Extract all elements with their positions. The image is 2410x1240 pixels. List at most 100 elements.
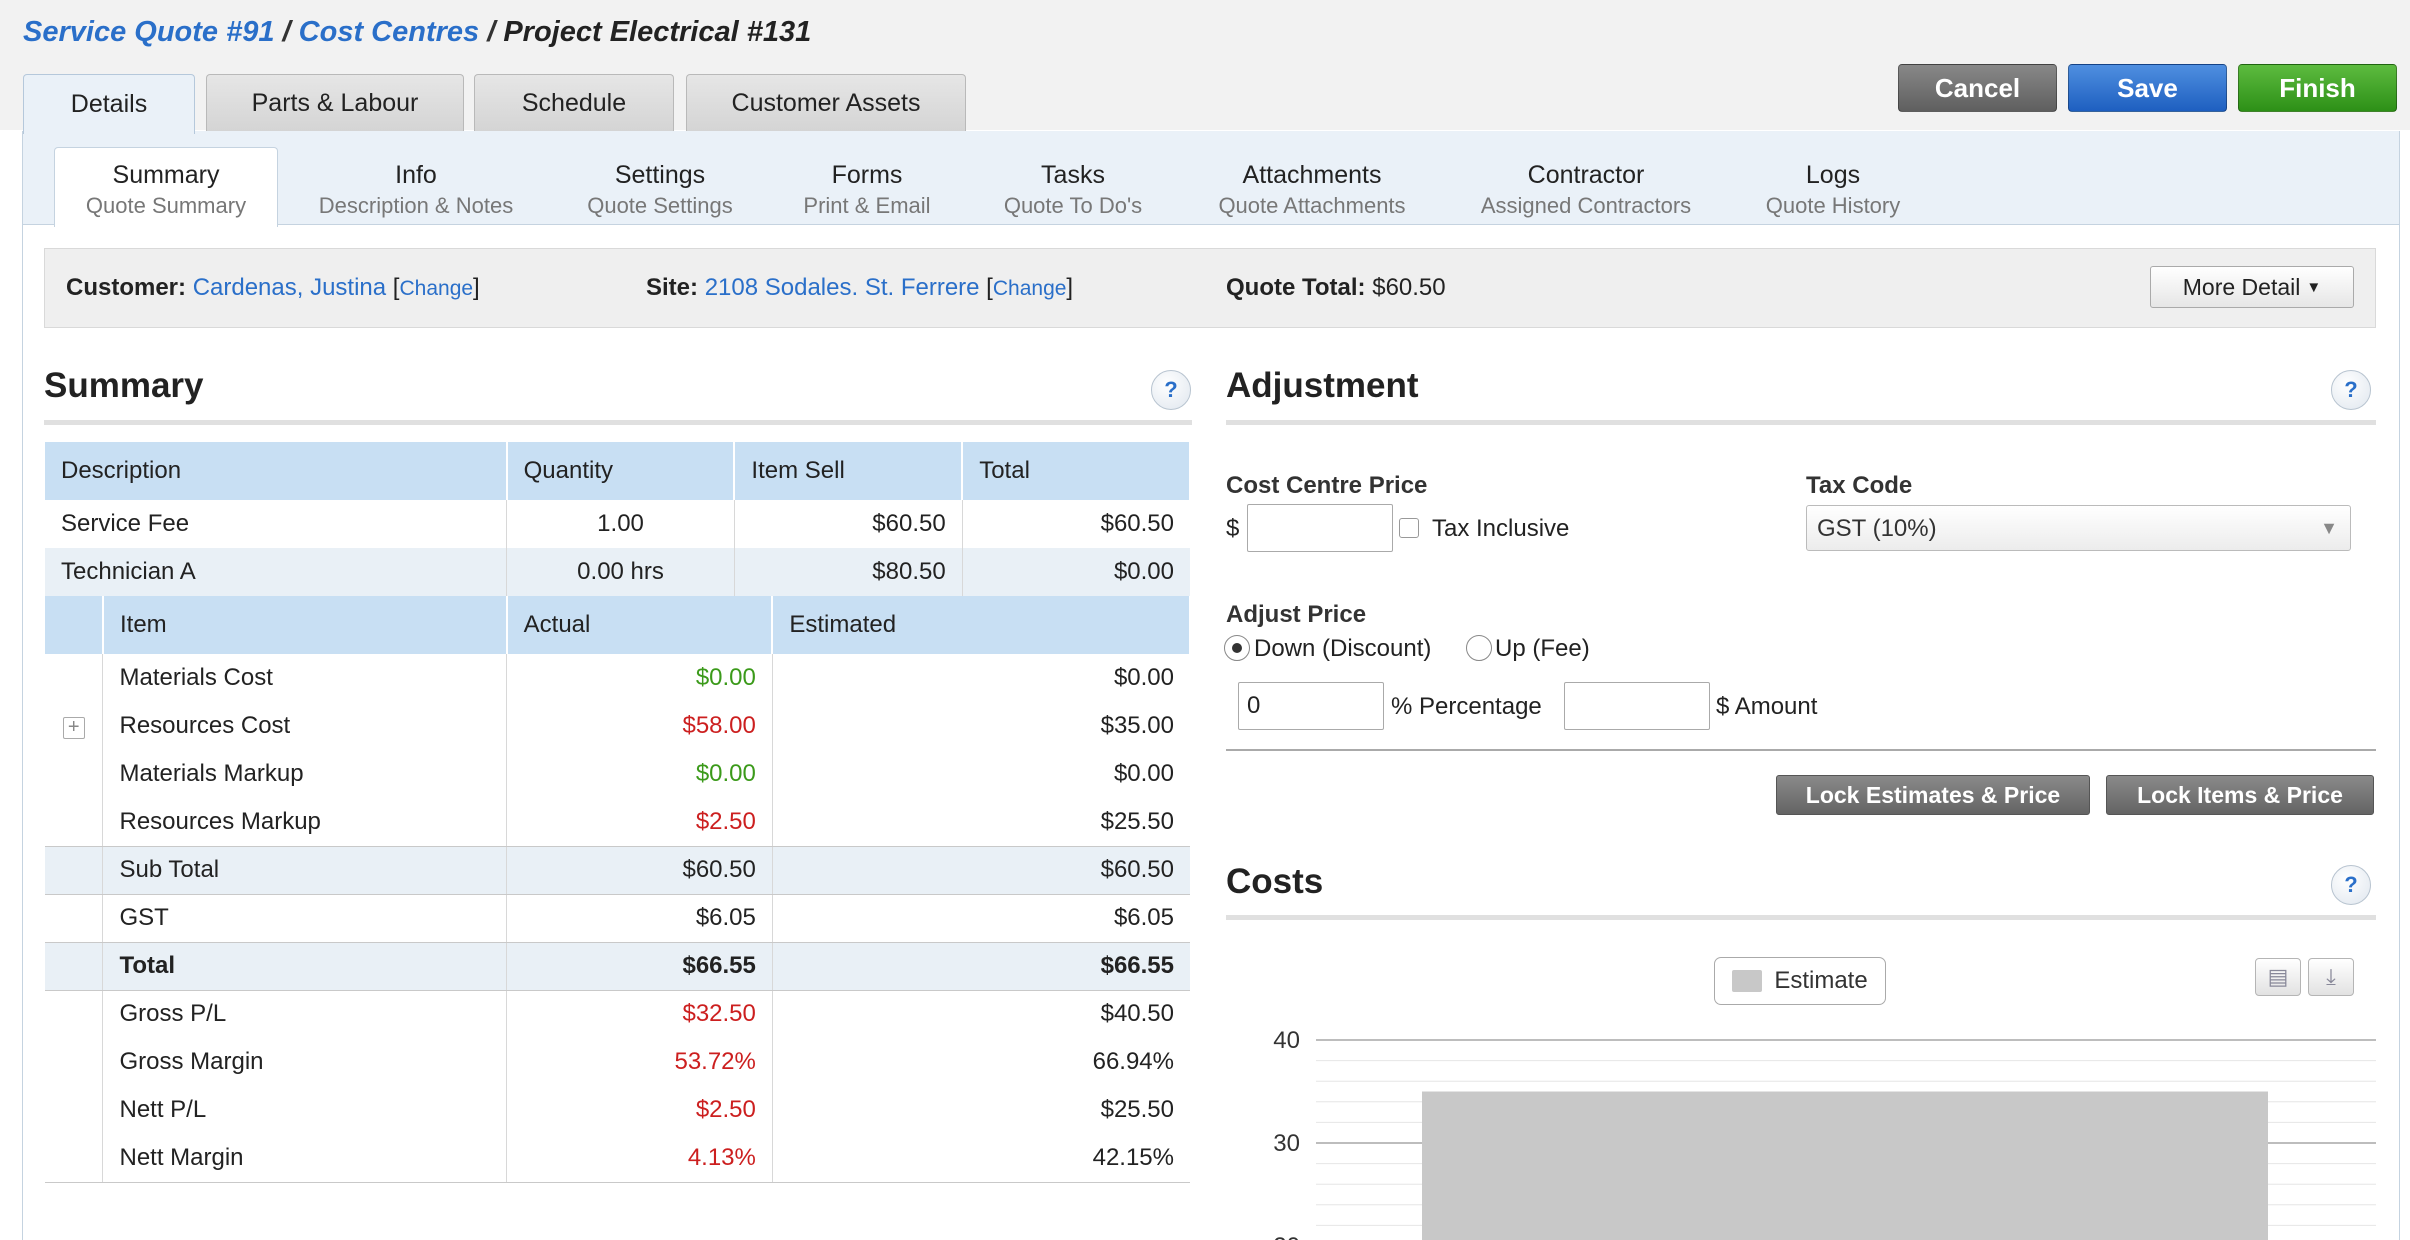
- subtab-title: Info: [395, 161, 437, 189]
- more-detail-button[interactable]: More Detail ▼: [2150, 266, 2354, 308]
- item-total: $0.00: [962, 548, 1190, 596]
- quote-info-bar: Customer: Cardenas, Justina [Change] Sit…: [44, 248, 2376, 328]
- cost-estimated: $66.55: [772, 942, 1190, 991]
- summary-help-icon[interactable]: ?: [1151, 370, 1191, 410]
- cost-item: Nett Margin: [102, 1134, 508, 1183]
- cost-actual: 4.13%: [506, 1134, 773, 1183]
- cost-item: Resources Cost: [102, 702, 508, 750]
- subtab-title: Contractor: [1527, 161, 1645, 189]
- lock-items-price-button[interactable]: Lock Items & Price: [2106, 775, 2374, 815]
- item-total: $60.50: [1100, 510, 1174, 537]
- breadcrumb-service-quote[interactable]: Service Quote #91: [23, 16, 274, 48]
- subtab-forms[interactable]: Forms Print & Email: [780, 147, 954, 226]
- costs-chart: 40 30 20: [1273, 1027, 2376, 1240]
- item-sell: $60.50: [734, 500, 963, 548]
- summary-heading: Summary: [44, 366, 204, 405]
- subtab-title: Tasks: [1041, 161, 1105, 189]
- cost-estimated: $60.50: [772, 846, 1190, 895]
- table-row: Total $66.55 $66.55: [45, 942, 1190, 991]
- amount-input[interactable]: [1564, 682, 1710, 730]
- dropdown-arrow-icon: ▼: [2320, 518, 2338, 538]
- item-description: Service Fee: [45, 500, 508, 548]
- fee-radio[interactable]: [1466, 635, 1492, 661]
- subtab-contractor[interactable]: Contractor Assigned Contractors: [1464, 147, 1708, 226]
- cost-estimated: $25.50: [1100, 1096, 1174, 1123]
- cost-estimated: $35.00: [1100, 712, 1174, 739]
- table-row: Gross P/L $32.50 $40.50: [45, 990, 1190, 1038]
- cancel-button[interactable]: Cancel: [1898, 64, 2057, 112]
- subtab-subtitle: Quote To Do's: [1003, 192, 1143, 218]
- expand-plus-icon[interactable]: +: [62, 717, 85, 739]
- double-chevron-down-icon: ▼: [2306, 278, 2322, 296]
- column-header-actual: Actual: [506, 596, 774, 654]
- subtab-attachments[interactable]: Attachments Quote Attachments: [1200, 147, 1424, 226]
- cost-actual: $32.50: [506, 990, 773, 1038]
- lock-estimates-price-button[interactable]: Lock Estimates & Price: [1776, 775, 2090, 815]
- print-chart-icon[interactable]: ▤: [2255, 958, 2301, 996]
- tax-inclusive-checkbox[interactable]: [1399, 518, 1419, 538]
- adjustment-help-icon[interactable]: ?: [2331, 370, 2371, 410]
- subtab-tasks[interactable]: Tasks Quote To Do's: [980, 147, 1166, 226]
- discount-label: Down (Discount): [1254, 635, 1432, 662]
- cost-item: GST: [102, 894, 508, 943]
- adjustment-divider: [1226, 420, 2376, 425]
- subtab-summary[interactable]: Summary Quote Summary: [54, 147, 278, 227]
- subtab-title: Logs: [1805, 161, 1861, 189]
- breadcrumb-cost-centres[interactable]: Cost Centres: [299, 16, 480, 48]
- table-row: Service Fee 1.00 $60.50 $60.50: [45, 500, 1190, 548]
- tab-details[interactable]: Details: [23, 74, 195, 134]
- tax-code-select[interactable]: GST (10%) ▼: [1806, 505, 2351, 551]
- subtab-title: Attachments: [1242, 161, 1382, 189]
- breadcrumb-separator: /: [479, 16, 504, 48]
- tab-customer-assets[interactable]: Customer Assets: [686, 74, 966, 132]
- column-header-total: Total: [962, 442, 1191, 500]
- adjustment-bottom-divider: [1226, 749, 2376, 751]
- legend-swatch: [1732, 970, 1763, 992]
- cost-item: Sub Total: [102, 846, 508, 895]
- site-info: Site: 2108 Sodales. St. Ferrere [Change]: [646, 274, 1074, 301]
- cost-centre-price-input[interactable]: [1247, 504, 1393, 552]
- breadcrumb-separator: /: [274, 16, 299, 48]
- change-customer-link[interactable]: Change: [399, 277, 473, 300]
- costs-help-icon[interactable]: ?: [2331, 865, 2371, 905]
- fee-label: Up (Fee): [1495, 635, 1590, 662]
- expand-column-header: [45, 596, 104, 654]
- table-row: Materials Markup $0.00 $0.00: [45, 750, 1190, 798]
- cost-actual: $2.50: [506, 798, 773, 847]
- quote-total-value: $60.50: [1372, 274, 1446, 301]
- cost-actual: $58.00: [506, 702, 773, 750]
- cost-estimated: $0.00: [1113, 760, 1174, 787]
- tax-code-label: Tax Code: [1806, 472, 1913, 499]
- column-header-item: Item: [102, 596, 508, 654]
- tab-parts-labour[interactable]: Parts & Labour: [206, 74, 464, 132]
- site-link[interactable]: 2108 Sodales. St. Ferrere: [705, 274, 980, 301]
- subtab-subtitle: Quote Settings: [587, 192, 733, 218]
- subtab-info[interactable]: Info Description & Notes: [300, 147, 532, 226]
- download-chart-icon[interactable]: ⤓: [2308, 958, 2354, 996]
- cost-actual: $66.55: [506, 942, 773, 991]
- chart-bar-estimate[interactable]: [1422, 1091, 2268, 1240]
- subtab-settings[interactable]: Settings Quote Settings: [560, 147, 760, 226]
- amount-label: $ Amount: [1716, 693, 1818, 720]
- change-site-link[interactable]: Change: [993, 277, 1067, 300]
- cost-actual: 53.72%: [506, 1038, 773, 1086]
- percentage-label: % Percentage: [1391, 693, 1542, 720]
- subtab-logs[interactable]: Logs Quote History: [1748, 147, 1918, 226]
- table-row: Sub Total $60.50 $60.50: [45, 846, 1190, 895]
- save-button[interactable]: Save: [2068, 64, 2227, 112]
- chart-legend[interactable]: Estimate: [1714, 957, 1886, 1005]
- table-row: GST $6.05 $6.05: [45, 894, 1190, 943]
- cost-item: Materials Markup: [102, 750, 508, 798]
- subtab-subtitle: Description & Notes: [318, 192, 514, 218]
- finish-button[interactable]: Finish: [2238, 64, 2397, 112]
- cost-item: Nett P/L: [102, 1086, 508, 1134]
- percentage-input[interactable]: [1238, 682, 1384, 730]
- tax-code-value: GST (10%): [1817, 515, 1937, 542]
- adjustment-heading: Adjustment: [1226, 366, 1419, 405]
- subtab-subtitle: Quote Summary: [85, 192, 247, 218]
- tab-schedule[interactable]: Schedule: [474, 74, 674, 132]
- cost-actual: $6.05: [506, 894, 773, 943]
- table-row: Gross Margin 53.72% 66.94%: [45, 1038, 1190, 1086]
- discount-radio[interactable]: [1224, 635, 1250, 661]
- customer-link[interactable]: Cardenas, Justina: [193, 274, 386, 301]
